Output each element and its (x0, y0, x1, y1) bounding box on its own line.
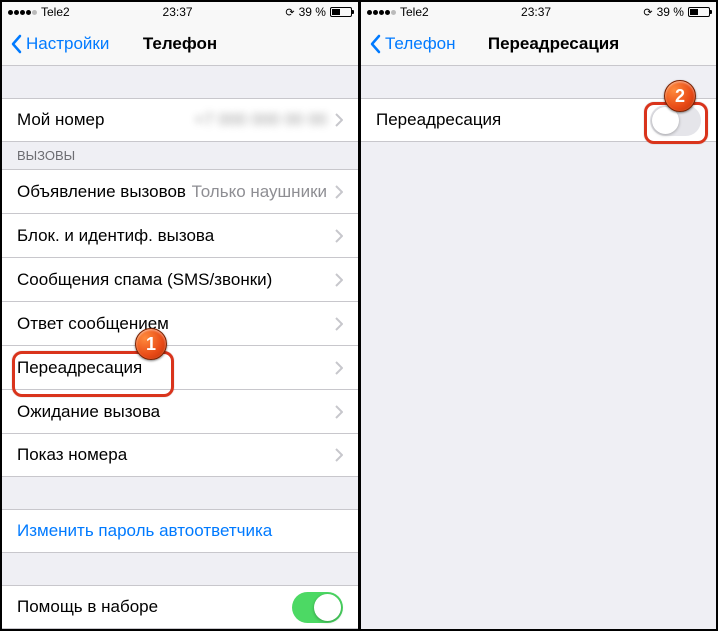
cell-spam-messages[interactable]: Сообщения спама (SMS/звонки) (2, 257, 358, 301)
chevron-left-icon (10, 34, 22, 54)
cell-my-number[interactable]: Мой номер +7 000 000 00 00 (2, 98, 358, 142)
cell-announce-calls[interactable]: Объявление вызовов Только наушники (2, 169, 358, 213)
settings-list[interactable]: Мой номер +7 000 000 00 00 ВЫЗОВЫ Объявл… (2, 66, 358, 629)
dial-assist-toggle[interactable] (292, 592, 343, 623)
cell-dial-assist[interactable]: Помощь в наборе (2, 585, 358, 629)
clock: 23:37 (163, 5, 193, 19)
chevron-left-icon (369, 34, 381, 54)
status-bar: Tele2 23:37 ⟳ 39 % (361, 2, 716, 22)
signal-icon (8, 10, 37, 15)
chevron-right-icon (335, 185, 343, 199)
battery-percent: 39 % (299, 5, 326, 19)
phone-left: Tele2 23:37 ⟳ 39 % Настройки Телефон Мой… (1, 1, 359, 630)
cell-show-caller-id[interactable]: Показ номера (2, 433, 358, 477)
chevron-right-icon (335, 317, 343, 331)
phone-right: Tele2 23:37 ⟳ 39 % Телефон Переадресация… (359, 1, 717, 630)
cell-call-forwarding[interactable]: Переадресация (2, 345, 358, 389)
orientation-lock-icon: ⟳ (285, 6, 294, 19)
section-header-calls: ВЫЗОВЫ (2, 142, 358, 169)
chevron-right-icon (335, 448, 343, 462)
clock: 23:37 (521, 5, 551, 19)
cell-call-waiting[interactable]: Ожидание вызова (2, 389, 358, 433)
forwarding-list[interactable]: Переадресация (361, 66, 716, 629)
back-label: Настройки (26, 34, 109, 54)
orientation-lock-icon: ⟳ (643, 6, 652, 19)
chevron-right-icon (335, 229, 343, 243)
back-button[interactable]: Телефон (369, 34, 456, 54)
battery-icon (688, 7, 710, 17)
chevron-right-icon (335, 361, 343, 375)
status-bar: Tele2 23:37 ⟳ 39 % (2, 2, 358, 22)
chevron-right-icon (335, 273, 343, 287)
nav-bar: Телефон Переадресация (361, 22, 716, 66)
cell-reply-message[interactable]: Ответ сообщением (2, 301, 358, 345)
battery-percent: 39 % (657, 5, 684, 19)
nav-bar: Настройки Телефон (2, 22, 358, 66)
chevron-right-icon (335, 113, 343, 127)
my-number-value: +7 000 000 00 00 (194, 110, 335, 130)
cell-block-identify[interactable]: Блок. и идентиф. вызова (2, 213, 358, 257)
carrier-label: Tele2 (400, 5, 429, 19)
back-button[interactable]: Настройки (10, 34, 109, 54)
carrier-label: Tele2 (41, 5, 70, 19)
signal-icon (367, 10, 396, 15)
announce-value: Только наушники (192, 182, 335, 202)
back-label: Телефон (385, 34, 456, 54)
cell-forwarding-toggle[interactable]: Переадресация (361, 98, 716, 142)
chevron-right-icon (335, 405, 343, 419)
cell-change-vm-password[interactable]: Изменить пароль автоответчика (2, 509, 358, 553)
forwarding-toggle[interactable] (650, 105, 701, 136)
battery-icon (330, 7, 352, 17)
